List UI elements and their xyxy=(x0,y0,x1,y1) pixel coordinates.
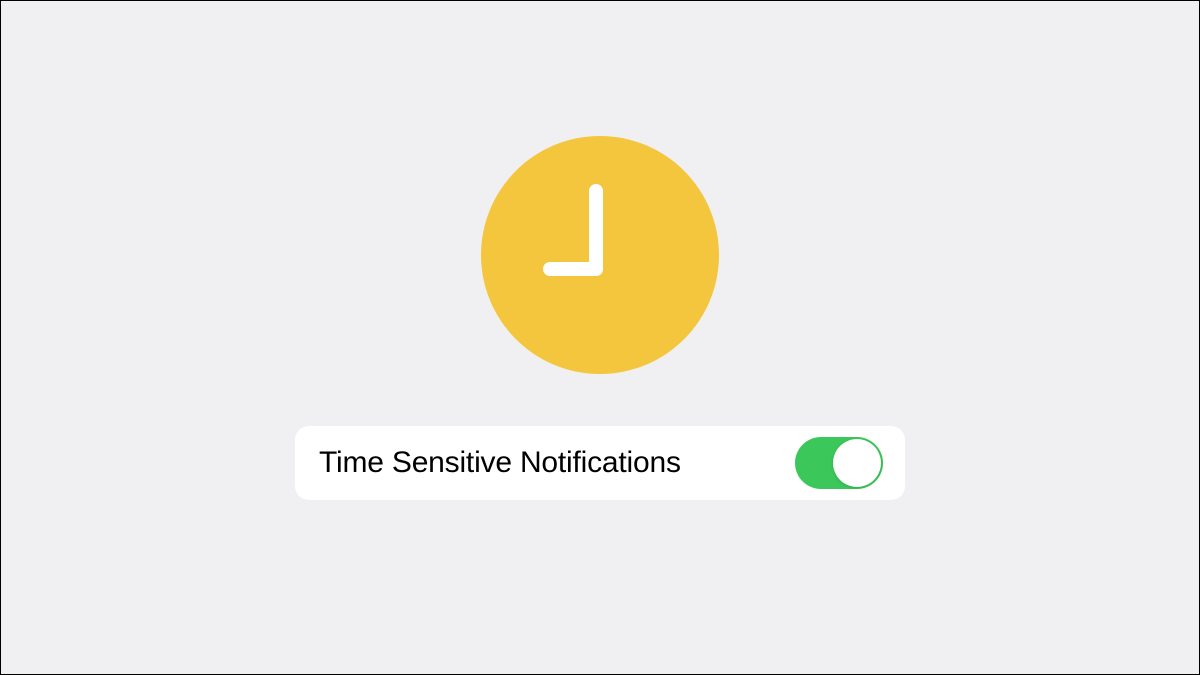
time-sensitive-toggle[interactable] xyxy=(795,437,883,489)
clock-hand-hour xyxy=(543,262,603,276)
settings-row: Time Sensitive Notifications xyxy=(295,426,905,500)
clock-icon xyxy=(481,136,719,374)
toggle-knob xyxy=(833,439,881,487)
settings-label: Time Sensitive Notifications xyxy=(319,446,681,480)
